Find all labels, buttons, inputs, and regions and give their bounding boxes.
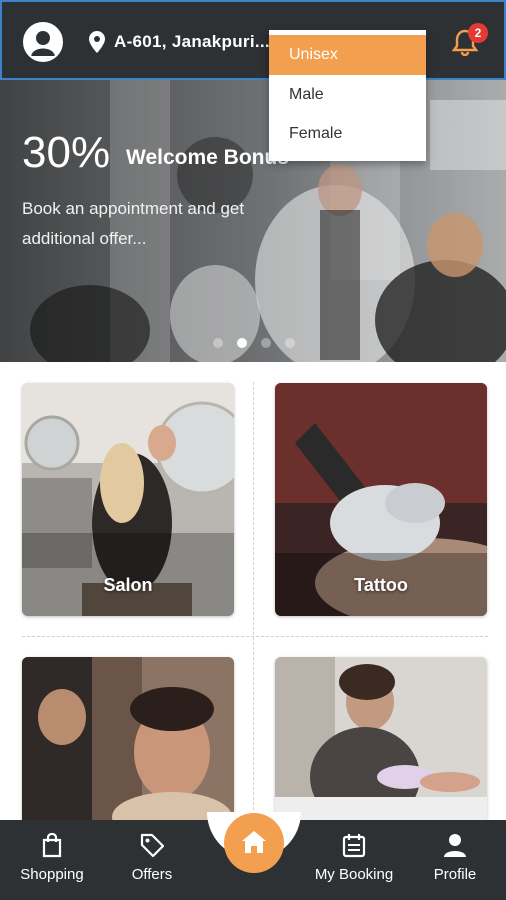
carousel-dot[interactable] — [213, 338, 223, 348]
nav-label: Shopping — [20, 866, 84, 883]
person-icon — [444, 834, 466, 857]
category-card-tattoo[interactable]: Tattoo — [275, 383, 487, 616]
category-label: Tattoo — [354, 575, 408, 595]
location-pin-icon — [89, 31, 105, 53]
carousel-dot[interactable] — [285, 338, 295, 348]
calendar-icon — [342, 834, 366, 858]
makeup-image — [22, 657, 234, 820]
dropdown-option-female[interactable]: Female — [269, 114, 426, 153]
gender-dropdown-menu: Unisex Male Female — [269, 30, 426, 161]
nav-item-my-booking[interactable]: My Booking — [306, 832, 402, 883]
promo-banner[interactable]: 30% Welcome Bonus Book an appointment an… — [0, 80, 506, 362]
dropdown-option-unisex[interactable]: Unisex — [269, 35, 426, 75]
nav-label: Profile — [433, 866, 477, 883]
banner-subtitle: Book an appointment and get additional o… — [22, 199, 245, 248]
category-card-salon[interactable]: Salon — [22, 383, 234, 616]
banner-title: Welcome Bonus — [126, 146, 289, 169]
category-card-nails[interactable] — [275, 657, 487, 820]
user-avatar-icon[interactable] — [23, 22, 63, 62]
nav-label: My Booking — [314, 866, 394, 883]
category-card-makeup[interactable] — [22, 657, 234, 820]
category-grid: Salon Tattoo — [0, 362, 506, 820]
location-selector[interactable]: A-601, Janakpuri... — [114, 32, 270, 52]
carousel-dots — [0, 338, 506, 352]
nav-item-offers[interactable]: Offers — [120, 832, 184, 883]
home-button[interactable] — [224, 813, 284, 873]
nav-item-profile[interactable]: Profile — [426, 832, 484, 883]
category-label: Salon — [103, 575, 153, 595]
top-bar: A-601, Janakpuri... 2 — [0, 0, 506, 80]
notification-badge: 2 — [468, 23, 488, 43]
banner-percent: 30% — [22, 128, 111, 177]
tag-icon — [140, 833, 165, 858]
carousel-dot[interactable] — [261, 338, 271, 348]
shopping-bag-icon — [42, 832, 62, 858]
nav-label: Offers — [131, 866, 173, 883]
home-icon — [242, 831, 266, 853]
grid-divider — [22, 636, 488, 637]
grid-divider — [253, 382, 254, 820]
carousel-dot-active[interactable] — [237, 338, 247, 348]
nav-item-shopping[interactable]: Shopping — [17, 832, 87, 883]
nails-image — [275, 657, 487, 820]
dropdown-option-male[interactable]: Male — [269, 75, 426, 114]
